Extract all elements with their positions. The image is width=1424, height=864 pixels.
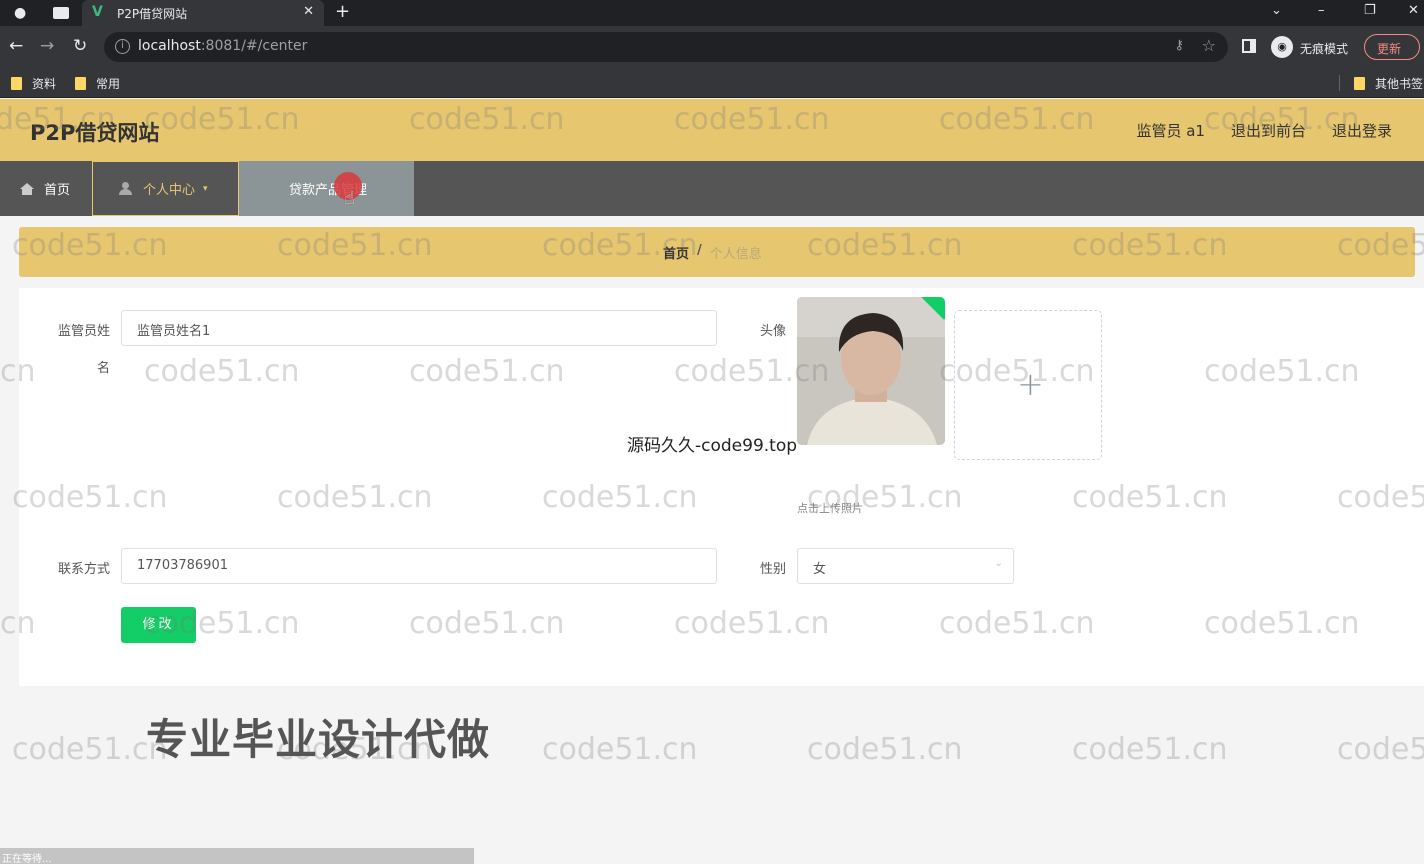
watermark-text: code51.cn: [807, 732, 963, 767]
watermark-text: code51.cn: [12, 732, 168, 767]
watermark-text: code51.cn: [1337, 732, 1424, 767]
folder-icon: [1354, 77, 1365, 90]
nav-label: 首页: [44, 183, 71, 198]
promo-overlay-text: 专业毕业设计代做: [146, 715, 491, 764]
forward-arrow-icon[interactable]: →: [40, 36, 54, 56]
nav-item-loan-products[interactable]: 贷款产品管理: [239, 161, 414, 216]
avatar-label: 头像: [759, 324, 786, 339]
bookmark-label: 其他书签: [1375, 77, 1424, 91]
header-links: 监管员 a1 退出到前台 退出登录: [1136, 120, 1392, 141]
breadcrumb: 首页 / 个人信息: [19, 227, 1415, 277]
current-user-label: 监管员 a1: [1136, 122, 1205, 140]
nav-item-home[interactable]: 首页: [0, 161, 92, 216]
avatar-photo: [797, 297, 945, 445]
breadcrumb-separator: /: [697, 243, 702, 258]
site-brand[interactable]: P2P借贷网站: [30, 117, 159, 147]
user-icon: [119, 182, 132, 195]
site-info-icon[interactable]: i: [115, 39, 130, 54]
incognito-label: 无痕模式: [1300, 42, 1349, 56]
logout-link[interactable]: 退出登录: [1332, 120, 1392, 141]
contact-input[interactable]: 17703786901: [121, 548, 717, 584]
breadcrumb-items: 首页 / 个人信息: [663, 243, 762, 262]
tab-list-chevron-icon[interactable]: ⌄: [1271, 3, 1282, 18]
hand-cursor-icon: ☝: [344, 188, 355, 209]
minimize-icon[interactable]: –: [1318, 3, 1325, 18]
supervisor-name-input[interactable]: 监管员姓名1: [121, 310, 717, 346]
modify-button[interactable]: 修改: [121, 607, 196, 643]
main-nav: 首页 个人中心 ▾ 贷款产品管理: [0, 161, 1424, 216]
reload-icon[interactable]: ↻: [73, 36, 87, 56]
name-field-label-line1: 监管员姓: [57, 324, 110, 339]
back-to-frontend-link[interactable]: 退出到前台: [1231, 120, 1306, 141]
side-panel-icon[interactable]: [1242, 39, 1256, 53]
bookmark-label: 常用: [96, 77, 121, 91]
incognito-icon[interactable]: ◉: [1271, 36, 1293, 58]
chevron-down-icon: ⌄: [994, 558, 1003, 569]
status-text: 正在等待...: [2, 854, 52, 864]
status-strip: 正在等待...: [0, 848, 474, 864]
code99-overlay-text: 源码久久-code99.top: [627, 436, 798, 456]
name-field-label-line2: 名: [96, 361, 110, 376]
nav-item-personal-center[interactable]: 个人中心 ▾: [92, 161, 239, 216]
gender-selected-value: 女: [813, 562, 827, 577]
new-tab-icon[interactable]: +: [335, 1, 350, 22]
upload-tip: 点击上传照片: [797, 502, 863, 515]
bookmark-label: 资料: [32, 77, 57, 91]
breadcrumb-home[interactable]: 首页: [663, 243, 689, 262]
plus-icon: +: [1017, 365, 1044, 403]
contact-field-label: 联系方式: [57, 562, 110, 577]
tab-title: P2P借贷网站: [117, 7, 188, 21]
other-bookmarks-folder[interactable]: 其他书签: [1354, 75, 1423, 92]
gender-select[interactable]: 女 ⌄: [797, 548, 1014, 584]
url-path: :8081/#/center: [200, 38, 308, 54]
watermark-text: code51.cn: [1072, 732, 1228, 767]
vue-favicon-icon: V: [92, 4, 103, 20]
tab-search-icon[interactable]: [53, 7, 69, 19]
back-arrow-icon[interactable]: ←: [9, 36, 23, 56]
profile-form-panel: [19, 288, 1424, 686]
chevron-down-icon: ▾: [203, 183, 208, 194]
bookmarks-bar: 资料 常用 其他书签: [0, 68, 1424, 98]
browser-tab-bar: ● V P2P借贷网站 ✕ + ⌄ – ❐ ✕: [0, 0, 1424, 26]
tab-close-icon[interactable]: ✕: [303, 4, 314, 19]
breadcrumb-current: 个人信息: [709, 247, 762, 262]
avatar-upload-box[interactable]: +: [954, 310, 1102, 460]
gender-field-label: 性别: [759, 562, 786, 577]
bookmarks-divider: [1339, 75, 1340, 91]
restore-icon[interactable]: ❐: [1364, 3, 1376, 18]
browser-tab[interactable]: V P2P借贷网站 ✕: [82, 0, 324, 26]
nav-label: 个人中心: [143, 183, 196, 198]
browser-menu-icon[interactable]: ●: [14, 5, 30, 21]
avatar-image[interactable]: [797, 297, 945, 445]
bookmark-folder-changyong[interactable]: 常用: [75, 75, 120, 92]
url-host: localhost: [138, 38, 201, 54]
browser-toolbar: ← → ↻ i localhost:8081/#/center ⚷ ☆ ◉ 无痕…: [0, 26, 1424, 68]
password-key-icon[interactable]: ⚷: [1174, 38, 1184, 53]
address-bar[interactable]: i localhost:8081/#/center ⚷ ☆: [104, 32, 1228, 62]
window-close-icon[interactable]: ✕: [1408, 3, 1419, 18]
watermark-text: code51.cn: [542, 732, 698, 767]
folder-icon: [75, 77, 86, 90]
url-text[interactable]: localhost:8081/#/center: [138, 38, 307, 54]
folder-icon: [11, 77, 22, 90]
update-button[interactable]: 更新: [1364, 34, 1420, 60]
app-header: P2P借贷网站 监管员 a1 退出到前台 退出登录: [0, 99, 1424, 161]
home-icon: [20, 182, 34, 195]
bookmark-star-icon[interactable]: ☆: [1202, 36, 1216, 55]
bookmark-folder-ziliao[interactable]: 资料: [11, 75, 56, 92]
